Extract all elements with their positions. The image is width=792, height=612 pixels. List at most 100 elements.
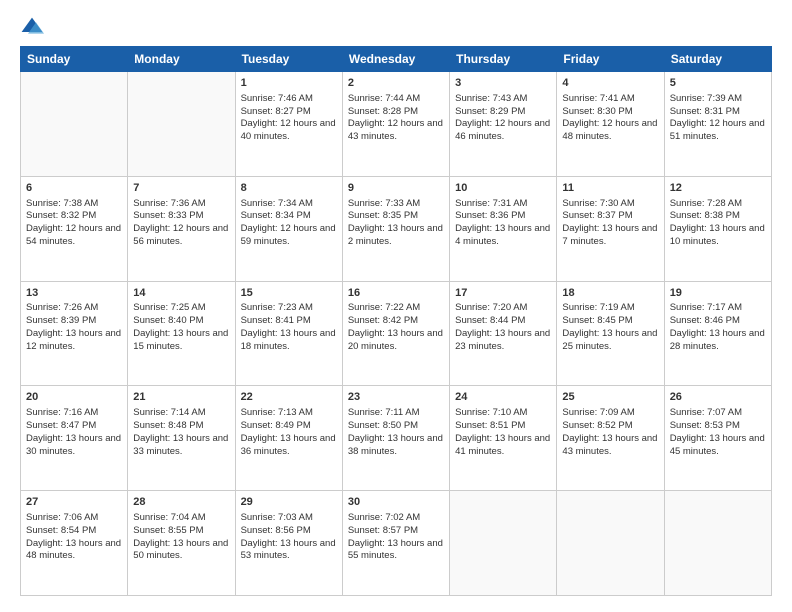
calendar-cell [557, 491, 664, 596]
calendar-cell: 26 Sunrise: 7:07 AM Sunset: 8:53 PM Dayli… [664, 386, 771, 491]
calendar-cell [450, 491, 557, 596]
day-info: Sunrise: 7:13 AM Sunset: 8:49 PM Dayligh… [241, 407, 337, 458]
calendar-cell: 1 Sunrise: 7:46 AM Sunset: 8:27 PM Daylig… [235, 72, 342, 177]
day-info: Sunrise: 7:38 AM Sunset: 8:32 PM Dayligh… [26, 198, 122, 249]
day-info: Sunrise: 7:04 AM Sunset: 8:55 PM Dayligh… [133, 512, 229, 563]
calendar-week-4: 27 Sunrise: 7:06 AM Sunset: 8:54 PM Dayli… [21, 491, 772, 596]
day-info: Sunrise: 7:19 AM Sunset: 8:45 PM Dayligh… [562, 302, 658, 353]
day-number: 22 [241, 390, 337, 405]
day-number: 8 [241, 181, 337, 196]
calendar-cell: 21 Sunrise: 7:14 AM Sunset: 8:48 PM Dayli… [128, 386, 235, 491]
calendar-header-friday: Friday [557, 47, 664, 72]
calendar-cell: 5 Sunrise: 7:39 AM Sunset: 8:31 PM Daylig… [664, 72, 771, 177]
calendar-cell: 27 Sunrise: 7:06 AM Sunset: 8:54 PM Dayli… [21, 491, 128, 596]
day-info: Sunrise: 7:39 AM Sunset: 8:31 PM Dayligh… [670, 93, 766, 144]
day-number: 29 [241, 495, 337, 510]
calendar-week-1: 6Sunrise: 7:38 AM Sunset: 8:32 PM Daylig… [21, 176, 772, 281]
calendar-cell: 16Sunrise: 7:22 AM Sunset: 8:42 PM Dayli… [342, 281, 449, 386]
calendar-cell [664, 491, 771, 596]
day-info: Sunrise: 7:10 AM Sunset: 8:51 PM Dayligh… [455, 407, 551, 458]
header [20, 16, 772, 36]
day-info: Sunrise: 7:17 AM Sunset: 8:46 PM Dayligh… [670, 302, 766, 353]
day-info: Sunrise: 7:26 AM Sunset: 8:39 PM Dayligh… [26, 302, 122, 353]
day-info: Sunrise: 7:25 AM Sunset: 8:40 PM Dayligh… [133, 302, 229, 353]
day-info: Sunrise: 7:16 AM Sunset: 8:47 PM Dayligh… [26, 407, 122, 458]
calendar-cell: 7 Sunrise: 7:36 AM Sunset: 8:33 PM Daylig… [128, 176, 235, 281]
day-number: 13 [26, 286, 122, 301]
calendar-cell: 25 Sunrise: 7:09 AM Sunset: 8:52 PM Dayli… [557, 386, 664, 491]
day-info: Sunrise: 7:46 AM Sunset: 8:27 PM Dayligh… [241, 93, 337, 144]
day-info: Sunrise: 7:22 AM Sunset: 8:42 PM Dayligh… [348, 302, 444, 353]
day-number: 14 [133, 286, 229, 301]
day-number: 23 [348, 390, 444, 405]
day-number: 26 [670, 390, 766, 405]
calendar-cell: 23 Sunrise: 7:11 AM Sunset: 8:50 PM Dayli… [342, 386, 449, 491]
day-info: Sunrise: 7:20 AM Sunset: 8:44 PM Dayligh… [455, 302, 551, 353]
day-info: Sunrise: 7:31 AM Sunset: 8:36 PM Dayligh… [455, 198, 551, 249]
calendar-header-saturday: Saturday [664, 47, 771, 72]
page: SundayMondayTuesdayWednesdayThursdayFrid… [0, 0, 792, 612]
day-number: 7 [133, 181, 229, 196]
day-info: Sunrise: 7:11 AM Sunset: 8:50 PM Dayligh… [348, 407, 444, 458]
calendar-cell: 15Sunrise: 7:23 AM Sunset: 8:41 PM Dayli… [235, 281, 342, 386]
day-number: 10 [455, 181, 551, 196]
calendar-header-monday: Monday [128, 47, 235, 72]
day-number: 30 [348, 495, 444, 510]
day-number: 16 [348, 286, 444, 301]
calendar-cell: 28 Sunrise: 7:04 AM Sunset: 8:55 PM Dayli… [128, 491, 235, 596]
calendar-cell: 13Sunrise: 7:26 AM Sunset: 8:39 PM Dayli… [21, 281, 128, 386]
calendar-cell: 14Sunrise: 7:25 AM Sunset: 8:40 PM Dayli… [128, 281, 235, 386]
day-number: 5 [670, 76, 766, 91]
day-number: 4 [562, 76, 658, 91]
day-number: 1 [241, 76, 337, 91]
day-info: Sunrise: 7:14 AM Sunset: 8:48 PM Dayligh… [133, 407, 229, 458]
day-number: 11 [562, 181, 658, 196]
day-info: Sunrise: 7:43 AM Sunset: 8:29 PM Dayligh… [455, 93, 551, 144]
calendar-cell [21, 72, 128, 177]
calendar-cell: 11 Sunrise: 7:30 AM Sunset: 8:37 PM Dayli… [557, 176, 664, 281]
calendar-cell: 19Sunrise: 7:17 AM Sunset: 8:46 PM Dayli… [664, 281, 771, 386]
day-info: Sunrise: 7:30 AM Sunset: 8:37 PM Dayligh… [562, 198, 658, 249]
day-number: 20 [26, 390, 122, 405]
calendar-week-3: 20 Sunrise: 7:16 AM Sunset: 8:47 PM Dayli… [21, 386, 772, 491]
calendar-cell: 4 Sunrise: 7:41 AM Sunset: 8:30 PM Daylig… [557, 72, 664, 177]
day-info: Sunrise: 7:06 AM Sunset: 8:54 PM Dayligh… [26, 512, 122, 563]
calendar-cell: 29 Sunrise: 7:03 AM Sunset: 8:56 PM Dayli… [235, 491, 342, 596]
calendar-cell: 8 Sunrise: 7:34 AM Sunset: 8:34 PM Daylig… [235, 176, 342, 281]
calendar-cell: 30 Sunrise: 7:02 AM Sunset: 8:57 PM Dayli… [342, 491, 449, 596]
logo [20, 16, 48, 36]
day-number: 25 [562, 390, 658, 405]
day-number: 17 [455, 286, 551, 301]
calendar-header-sunday: Sunday [21, 47, 128, 72]
day-info: Sunrise: 7:07 AM Sunset: 8:53 PM Dayligh… [670, 407, 766, 458]
calendar-cell: 12Sunrise: 7:28 AM Sunset: 8:38 PM Dayli… [664, 176, 771, 281]
day-number: 21 [133, 390, 229, 405]
day-number: 18 [562, 286, 658, 301]
calendar-cell: 10 Sunrise: 7:31 AM Sunset: 8:36 PM Dayli… [450, 176, 557, 281]
logo-icon [20, 16, 44, 36]
calendar-cell: 20 Sunrise: 7:16 AM Sunset: 8:47 PM Dayli… [21, 386, 128, 491]
calendar-cell [128, 72, 235, 177]
day-number: 3 [455, 76, 551, 91]
calendar-cell: 17Sunrise: 7:20 AM Sunset: 8:44 PM Dayli… [450, 281, 557, 386]
calendar-cell: 3 Sunrise: 7:43 AM Sunset: 8:29 PM Daylig… [450, 72, 557, 177]
calendar-cell: 18Sunrise: 7:19 AM Sunset: 8:45 PM Dayli… [557, 281, 664, 386]
day-info: Sunrise: 7:03 AM Sunset: 8:56 PM Dayligh… [241, 512, 337, 563]
calendar-header-thursday: Thursday [450, 47, 557, 72]
calendar-cell: 2Sunrise: 7:44 AM Sunset: 8:28 PM Daylig… [342, 72, 449, 177]
day-number: 24 [455, 390, 551, 405]
day-number: 27 [26, 495, 122, 510]
day-number: 28 [133, 495, 229, 510]
day-info: Sunrise: 7:02 AM Sunset: 8:57 PM Dayligh… [348, 512, 444, 563]
calendar-cell: 24 Sunrise: 7:10 AM Sunset: 8:51 PM Dayli… [450, 386, 557, 491]
day-info: Sunrise: 7:36 AM Sunset: 8:33 PM Dayligh… [133, 198, 229, 249]
day-info: Sunrise: 7:41 AM Sunset: 8:30 PM Dayligh… [562, 93, 658, 144]
calendar-header-row: SundayMondayTuesdayWednesdayThursdayFrid… [21, 47, 772, 72]
day-info: Sunrise: 7:34 AM Sunset: 8:34 PM Dayligh… [241, 198, 337, 249]
calendar-cell: 6Sunrise: 7:38 AM Sunset: 8:32 PM Daylig… [21, 176, 128, 281]
calendar-week-0: 1 Sunrise: 7:46 AM Sunset: 8:27 PM Daylig… [21, 72, 772, 177]
calendar-week-2: 13Sunrise: 7:26 AM Sunset: 8:39 PM Dayli… [21, 281, 772, 386]
day-info: Sunrise: 7:09 AM Sunset: 8:52 PM Dayligh… [562, 407, 658, 458]
day-number: 2 [348, 76, 444, 91]
day-info: Sunrise: 7:33 AM Sunset: 8:35 PM Dayligh… [348, 198, 444, 249]
